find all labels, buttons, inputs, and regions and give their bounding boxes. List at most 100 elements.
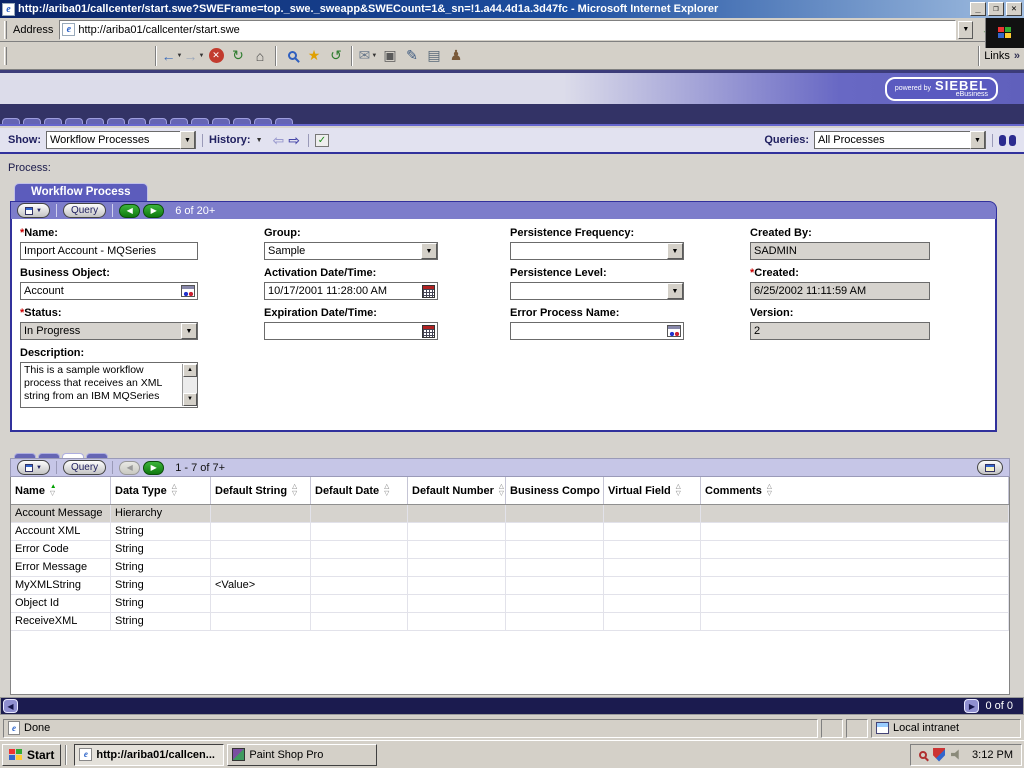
ie-menu-item[interactable] bbox=[81, 53, 95, 59]
screen-tab[interactable] bbox=[170, 118, 188, 124]
next-record-button[interactable]: ▶ bbox=[143, 204, 164, 218]
field-control[interactable]: This is a sample workflow process that r… bbox=[20, 362, 198, 408]
sort-arrows-icon[interactable]: ▲ △ ▽ bbox=[292, 484, 297, 497]
field-control[interactable]: ▼ bbox=[510, 322, 684, 340]
next-page-button[interactable]: ▶ bbox=[143, 461, 164, 475]
screen-tab[interactable] bbox=[233, 118, 251, 124]
query-button[interactable]: Query bbox=[63, 460, 106, 475]
sort-arrows-icon[interactable]: ▲ △ ▽ bbox=[499, 484, 504, 497]
previous-page-button[interactable]: ◀ bbox=[119, 461, 140, 475]
minimize-button[interactable]: _ bbox=[970, 2, 986, 16]
screen-tab[interactable] bbox=[254, 118, 272, 124]
scroll-right-icon[interactable]: ▶ bbox=[964, 699, 979, 713]
screen-tab[interactable] bbox=[275, 118, 293, 124]
tray-magnifier-icon[interactable] bbox=[919, 751, 927, 759]
discuss-icon[interactable]: ▤ ▼ bbox=[423, 45, 445, 67]
ie-menu-item[interactable] bbox=[53, 53, 67, 59]
scroll-up-icon[interactable]: ▲ bbox=[183, 364, 197, 377]
screen-tab[interactable] bbox=[212, 118, 230, 124]
pick-icon[interactable] bbox=[667, 325, 681, 337]
close-button[interactable]: ✕ bbox=[1006, 2, 1022, 16]
forward-icon[interactable]: → ▼ bbox=[183, 45, 205, 67]
screen-tab[interactable] bbox=[107, 118, 125, 124]
textarea-scrollbar[interactable]: ▲ ▼ bbox=[182, 364, 197, 406]
sort-arrows-icon[interactable]: ▲ △ ▽ bbox=[676, 484, 681, 497]
table-row[interactable]: Object Id String bbox=[11, 595, 1009, 613]
siebel-menu-item[interactable] bbox=[64, 86, 84, 92]
previous-record-button[interactable]: ◀ bbox=[119, 204, 140, 218]
restore-button[interactable]: ❐ bbox=[988, 2, 1004, 16]
address-dropdown-arrow[interactable]: ▼ bbox=[958, 21, 973, 39]
field-control[interactable]: ▼ bbox=[510, 282, 684, 300]
column-header[interactable]: Comments ▲ △ ▽ bbox=[701, 477, 1009, 504]
column-header[interactable]: Default String ▲ △ ▽ bbox=[211, 477, 311, 504]
field-control[interactable]: Account ▼ ▲ ▼ bbox=[20, 282, 198, 300]
ie-menu-item[interactable] bbox=[25, 53, 39, 59]
history-icon[interactable]: ↺ ▼ bbox=[325, 45, 347, 67]
links-bar[interactable]: Links » bbox=[974, 46, 1020, 66]
stop-icon[interactable]: ✕ ▼ bbox=[205, 45, 227, 67]
ie-menu-item[interactable] bbox=[39, 53, 53, 59]
pick-icon[interactable] bbox=[181, 285, 195, 297]
column-header[interactable]: Default Date ▲ △ ▽ bbox=[311, 477, 408, 504]
dropdown-arrow-icon[interactable]: ▼ bbox=[180, 131, 195, 149]
calendar-icon[interactable] bbox=[422, 285, 435, 298]
sort-arrows-icon[interactable]: ▲ △ ▽ bbox=[50, 484, 56, 497]
task-button-ie[interactable]: e http://ariba01/callcen... bbox=[74, 744, 224, 766]
sort-arrows-icon[interactable]: ▲ △ ▽ bbox=[172, 484, 177, 497]
column-header[interactable]: Data Type ▲ △ ▽ bbox=[111, 477, 211, 504]
mail-icon[interactable]: ✉ ▼ bbox=[357, 45, 379, 67]
table-row[interactable]: Account Message Hierarchy bbox=[11, 505, 1009, 523]
table-row[interactable]: Error Code String bbox=[11, 541, 1009, 559]
history-back-icon[interactable]: ⇦ bbox=[271, 132, 287, 149]
siebel-menu-item[interactable] bbox=[36, 86, 56, 92]
ie-menu-item[interactable] bbox=[67, 53, 81, 59]
siebel-menu-item[interactable] bbox=[8, 86, 28, 92]
edit-icon[interactable]: ✎ ▼ bbox=[401, 45, 423, 67]
tray-volume-icon[interactable] bbox=[951, 749, 962, 760]
field-control[interactable]: In Progress ▼ ▲ ▼ bbox=[20, 322, 198, 340]
query-button[interactable]: Query bbox=[63, 203, 106, 218]
field-control[interactable]: Sample ▼ bbox=[264, 242, 438, 260]
column-header[interactable]: Business Compo ▲ △ ▽ bbox=[506, 477, 604, 504]
favorites-icon[interactable]: ★ ▼ bbox=[303, 45, 325, 67]
form-applet-tab[interactable]: Workflow Process bbox=[14, 183, 148, 201]
screen-tab[interactable] bbox=[44, 118, 62, 124]
field-control[interactable]: ▼ bbox=[264, 322, 438, 340]
home-icon[interactable]: ⌂ ▼ bbox=[249, 45, 271, 67]
task-button-psp[interactable]: Paint Shop Pro bbox=[227, 744, 377, 766]
table-row[interactable]: Account XML String bbox=[11, 523, 1009, 541]
dropdown-arrow-icon[interactable]: ▼ bbox=[421, 243, 437, 259]
column-header[interactable]: Virtual Field ▲ △ ▽ bbox=[604, 477, 701, 504]
applet-menu-button[interactable]: ▼ bbox=[17, 203, 50, 218]
back-icon[interactable]: ← ▼ bbox=[161, 45, 183, 67]
screen-tab[interactable] bbox=[65, 118, 83, 124]
refresh-icon[interactable]: ↻ ▼ bbox=[227, 45, 249, 67]
screen-tab[interactable] bbox=[149, 118, 167, 124]
print-icon[interactable]: ▣ ▼ bbox=[379, 45, 401, 67]
screen-tab[interactable] bbox=[191, 118, 209, 124]
siebel-menu-item[interactable] bbox=[92, 86, 112, 92]
messenger-icon[interactable]: ♟ ▼ bbox=[445, 45, 467, 67]
history-dropdown-icon[interactable]: ▼ bbox=[256, 137, 263, 144]
show-select[interactable]: Workflow Processes ▼ bbox=[46, 131, 196, 149]
address-input[interactable] bbox=[78, 22, 955, 38]
calendar-icon[interactable] bbox=[422, 325, 435, 338]
scroll-down-icon[interactable]: ▼ bbox=[183, 393, 197, 406]
ie-menu-item[interactable] bbox=[11, 53, 25, 59]
toolbar-grip[interactable] bbox=[4, 47, 7, 65]
collapse-applet-button[interactable] bbox=[977, 460, 1003, 475]
field-control[interactable]: 10/17/2001 11:28:00 AM ▼ bbox=[264, 282, 438, 300]
links-chevron-icon[interactable]: » bbox=[1014, 50, 1020, 62]
field-control[interactable]: Import Account - MQSeries ▼ ▲ ▼ bbox=[20, 242, 198, 260]
history-forward-icon[interactable]: ⇨ bbox=[286, 132, 302, 149]
history-label[interactable]: History: bbox=[209, 134, 251, 146]
table-row[interactable]: ReceiveXML String bbox=[11, 613, 1009, 631]
screen-tab[interactable] bbox=[128, 118, 146, 124]
applet-menu-button[interactable]: ▼ bbox=[17, 460, 50, 475]
dropdown-arrow-icon[interactable]: ▼ bbox=[181, 323, 197, 339]
start-button[interactable]: Start bbox=[2, 744, 61, 766]
screen-tab[interactable] bbox=[2, 118, 20, 124]
dropdown-arrow-icon[interactable]: ▼ bbox=[667, 243, 683, 259]
field-control[interactable]: ▼ bbox=[510, 242, 684, 260]
